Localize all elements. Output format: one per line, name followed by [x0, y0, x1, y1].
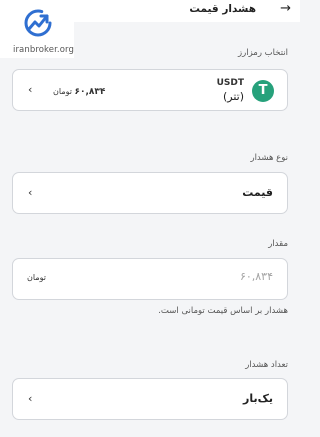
currency-selector[interactable]: T USDT (تتر) ۶۰,۸۳۴ تومان ‹ [12, 69, 288, 111]
amount-label: مقدار [268, 239, 288, 249]
chevron-left-icon: ‹ [28, 186, 33, 199]
currency-price-unit: تومان [53, 87, 72, 96]
alert-type-value: قیمت [242, 186, 273, 199]
page-title: هشدار قیمت [189, 3, 256, 15]
alert-type-label: نوع هشدار [250, 153, 288, 163]
currency-name: (تتر) [222, 90, 244, 103]
tether-coin-icon: T [252, 80, 274, 102]
amount-hint: هشدار بر اساس قیمت تومانی است. [158, 306, 288, 316]
alert-type-select[interactable]: قیمت ‹ [12, 172, 288, 214]
arrow-right-icon[interactable]: → [280, 1, 291, 17]
chevron-left-icon: ‹ [28, 392, 33, 405]
alert-count-value: یک‌بار [243, 392, 273, 405]
logo-text: iranbroker.org [13, 45, 74, 55]
watermark-logo: iranbroker.org [0, 0, 74, 58]
currency-label: انتخاب رمزارز [238, 48, 288, 58]
alert-count-label: تعداد هشدار [245, 360, 288, 370]
currency-price-value: ۶۰,۸۳۴ [74, 87, 106, 97]
chevron-left-icon: ‹ [28, 83, 33, 96]
growth-chart-logo-icon [24, 9, 52, 37]
currency-symbol: USDT [216, 78, 244, 88]
amount-field[interactable]: ۶۰,۸۳۴ تومان [12, 258, 288, 300]
amount-unit: تومان [27, 273, 46, 282]
amount-input[interactable]: ۶۰,۸۳۴ [240, 270, 273, 283]
currency-price: ۶۰,۸۳۴ تومان [53, 87, 105, 97]
alert-count-select[interactable]: یک‌بار ‹ [12, 378, 288, 420]
